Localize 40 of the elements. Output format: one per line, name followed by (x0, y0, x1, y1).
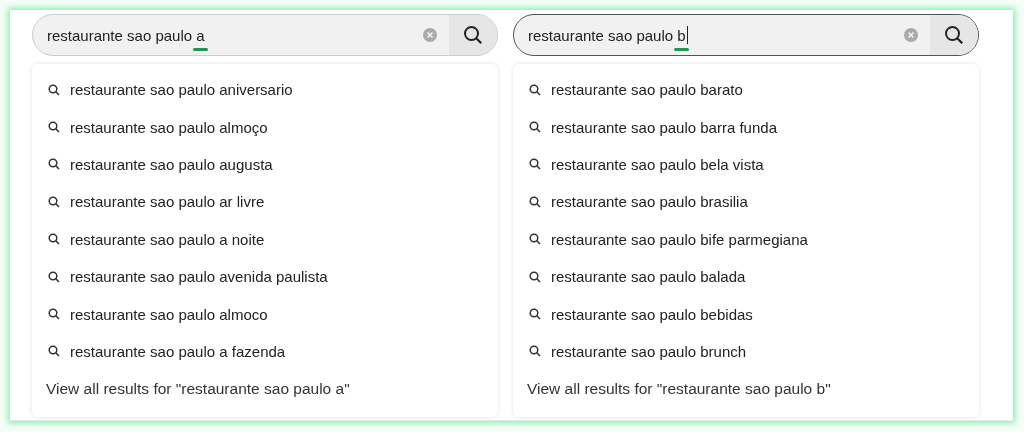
suggestion-item[interactable]: restaurante sao paulo bife parmegiana (513, 220, 979, 258)
view-all-link[interactable]: View all results for "restaurante sao paulo b" (513, 370, 979, 409)
search-icon (529, 233, 541, 246)
suggestion-item[interactable]: restaurante sao paulo barra funda (513, 108, 979, 146)
search-button[interactable] (930, 15, 978, 55)
suggestion-item[interactable]: restaurante sao paulo brasilia (513, 183, 979, 221)
suggestion-item[interactable]: restaurante sao paulo bebidas (513, 295, 979, 333)
search-icon (463, 25, 483, 45)
suggestion-item[interactable]: restaurante sao paulo balada (513, 257, 979, 296)
suggestion-item[interactable]: restaurante sao paulo aniversario (32, 71, 498, 109)
suggestion-item[interactable]: restaurante sao paulo avenida paulista (32, 257, 498, 296)
search-button[interactable] (449, 15, 497, 55)
search-icon (529, 345, 541, 358)
suggestion-item[interactable]: restaurante sao paulo a noite (32, 220, 498, 258)
search-icon (529, 308, 541, 321)
input-field[interactable]: restaurante sao paulo a (33, 26, 423, 44)
input-field[interactable]: restaurante sao paulo b (514, 26, 904, 44)
search-icon (529, 121, 541, 134)
search-icon (944, 25, 964, 45)
search-icon (48, 308, 60, 321)
suggestion-item[interactable]: restaurante sao paulo almoco (32, 295, 498, 333)
search-icon (529, 195, 541, 208)
suggestion-item[interactable]: restaurante sao paulo ar livre (32, 183, 498, 221)
search-icon (48, 121, 60, 134)
suggestion-item[interactable]: restaurante sao paulo barato (513, 71, 979, 109)
search-icon (529, 270, 541, 283)
search-icon (48, 345, 60, 358)
search-icon (48, 83, 60, 96)
suggestion-item[interactable]: restaurante sao paulo bela vista (513, 145, 979, 184)
search-icon (48, 233, 60, 246)
search-icon (529, 158, 541, 171)
view-all-link[interactable]: View all results for "restaurante sao paulo a" (32, 370, 498, 409)
search-icon (529, 83, 541, 96)
suggestion-item[interactable]: restaurante sao paulo augusta (32, 145, 498, 184)
suggestion-item[interactable]: restaurante sao paulo brunch (513, 332, 979, 371)
search-icon (48, 270, 60, 283)
suggestion-item[interactable]: restaurante sao paulo a fazenda (32, 332, 498, 371)
suggestion-item[interactable]: restaurante sao paulo almoço (32, 108, 498, 146)
search-icon (48, 158, 60, 171)
search-icon (48, 195, 60, 208)
